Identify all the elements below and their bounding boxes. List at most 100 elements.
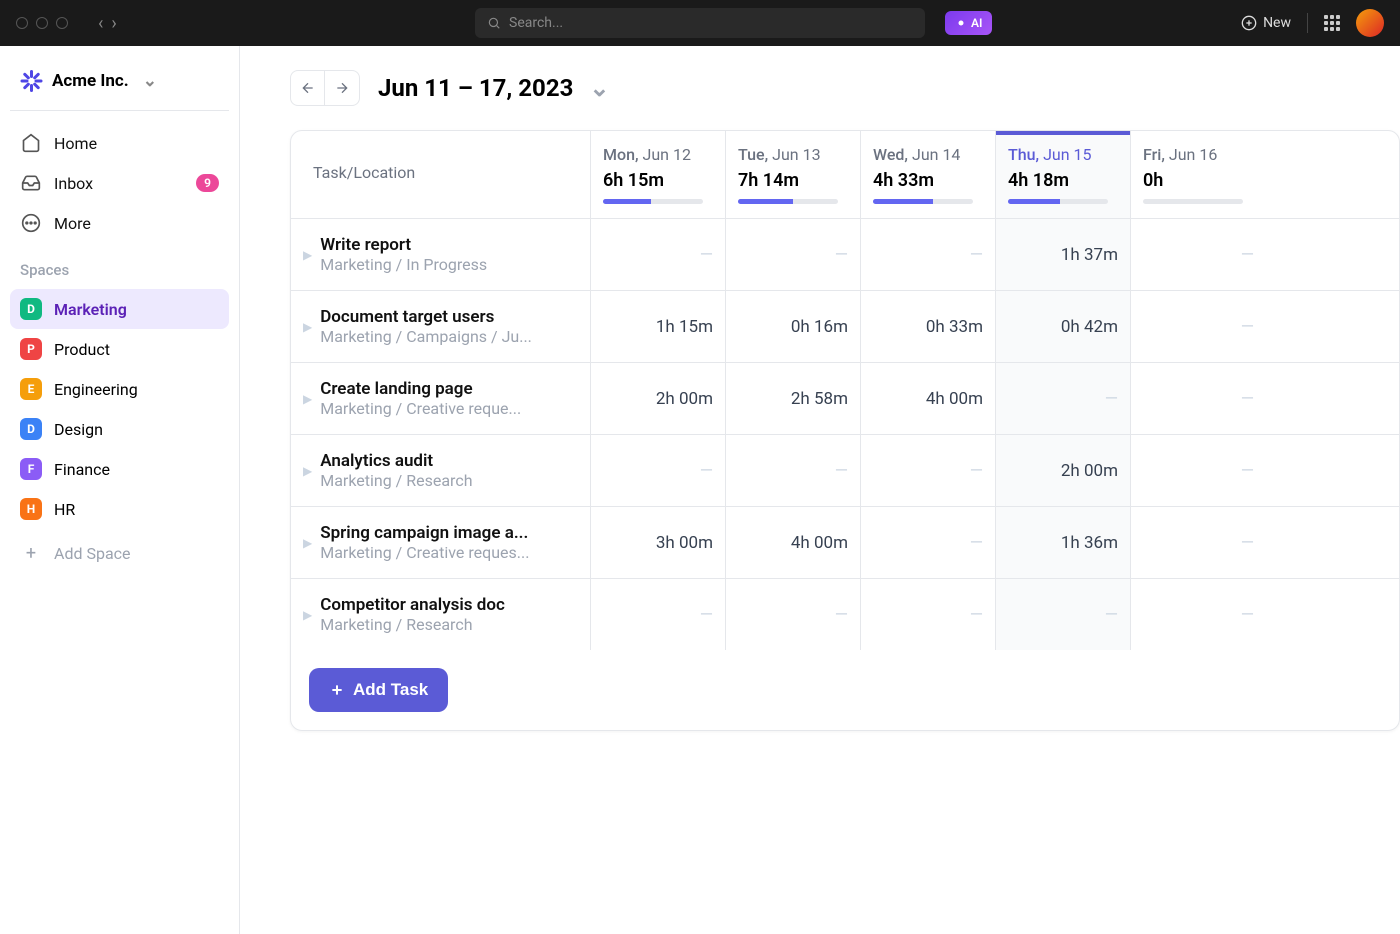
space-label: HR	[54, 500, 75, 519]
date-range-picker[interactable]: Jun 11 – 17, 2023 ⌄	[378, 74, 609, 102]
time-cell[interactable]: 1h 36m	[996, 507, 1131, 578]
caret-right-icon[interactable]: ▶	[303, 248, 312, 262]
forward-button[interactable]: ›	[111, 13, 116, 34]
time-cell[interactable]: 2h 00m	[591, 363, 726, 434]
day-column-header[interactable]: Thu, Jun 154h 18m	[996, 131, 1131, 218]
task-path: Marketing / Research	[320, 615, 568, 634]
sidebar-space-design[interactable]: DDesign	[10, 409, 229, 449]
time-cell[interactable]: —	[861, 435, 996, 506]
task-cell[interactable]: ▶Spring campaign image a...Marketing / C…	[291, 507, 591, 578]
space-label: Engineering	[54, 380, 138, 399]
task-path: Marketing / Creative reques...	[320, 543, 568, 562]
time-cell[interactable]: —	[1131, 579, 1266, 650]
add-task-button[interactable]: Add Task	[309, 668, 448, 712]
minimize-window-icon[interactable]	[36, 17, 48, 29]
home-icon	[20, 132, 42, 154]
time-cell[interactable]: —	[591, 435, 726, 506]
caret-right-icon[interactable]: ▶	[303, 536, 312, 550]
time-cell[interactable]: 0h 33m	[861, 291, 996, 362]
space-label: Marketing	[54, 300, 127, 319]
time-cell[interactable]: —	[591, 219, 726, 290]
time-cell[interactable]: —	[726, 219, 861, 290]
nav-label: Home	[54, 134, 97, 153]
day-column-header[interactable]: Mon, Jun 126h 15m	[591, 131, 726, 218]
task-cell[interactable]: ▶Write reportMarketing / In Progress	[291, 219, 591, 290]
apps-icon[interactable]	[1324, 15, 1340, 31]
avatar[interactable]	[1356, 9, 1384, 37]
time-cell[interactable]: —	[1131, 291, 1266, 362]
day-column-header[interactable]: Wed, Jun 144h 33m	[861, 131, 996, 218]
time-cell[interactable]: 0h 42m	[996, 291, 1131, 362]
task-cell[interactable]: ▶Competitor analysis docMarketing / Rese…	[291, 579, 591, 650]
task-cell[interactable]: ▶Create landing pageMarketing / Creative…	[291, 363, 591, 434]
close-window-icon[interactable]	[16, 17, 28, 29]
time-cell[interactable]: —	[726, 579, 861, 650]
time-cell[interactable]: 1h 15m	[591, 291, 726, 362]
sidebar-space-marketing[interactable]: DMarketing	[10, 289, 229, 329]
ai-button[interactable]: AI	[945, 11, 992, 35]
time-cell[interactable]: —	[996, 363, 1131, 434]
table-row: ▶Create landing pageMarketing / Creative…	[291, 363, 1399, 435]
time-cell[interactable]: —	[591, 579, 726, 650]
sidebar-space-finance[interactable]: FFinance	[10, 449, 229, 489]
sidebar-nav-inbox[interactable]: Inbox9	[10, 163, 229, 203]
space-icon: E	[20, 378, 42, 400]
time-cell[interactable]: —	[1131, 219, 1266, 290]
sidebar: Acme Inc. ⌄ HomeInbox9More Spaces DMarke…	[0, 46, 240, 934]
time-cell[interactable]: 4h 00m	[726, 507, 861, 578]
day-column-header[interactable]: Fri, Jun 160h	[1131, 131, 1266, 218]
time-cell[interactable]: —	[726, 435, 861, 506]
caret-right-icon[interactable]: ▶	[303, 320, 312, 334]
task-cell[interactable]: ▶Analytics auditMarketing / Research	[291, 435, 591, 506]
add-space-button[interactable]: + Add Space	[10, 529, 229, 578]
task-cell[interactable]: ▶Document target usersMarketing / Campai…	[291, 291, 591, 362]
space-icon: F	[20, 458, 42, 480]
progress-bar	[1143, 199, 1243, 204]
task-name: Document target users	[320, 307, 568, 327]
back-button[interactable]: ‹	[98, 13, 103, 34]
caret-right-icon[interactable]: ▶	[303, 392, 312, 406]
time-cell[interactable]: 4h 00m	[861, 363, 996, 434]
inbox-icon	[20, 172, 42, 194]
space-icon: H	[20, 498, 42, 520]
task-name: Write report	[320, 235, 568, 255]
time-cell[interactable]: 0h 16m	[726, 291, 861, 362]
workspace-switcher[interactable]: Acme Inc. ⌄	[10, 58, 229, 111]
new-button[interactable]: New	[1241, 15, 1291, 31]
time-cell[interactable]: 2h 00m	[996, 435, 1131, 506]
history-nav: ‹ ›	[98, 13, 117, 34]
nav-label: Inbox	[54, 174, 93, 193]
caret-right-icon[interactable]: ▶	[303, 608, 312, 622]
time-cell[interactable]: 2h 58m	[726, 363, 861, 434]
time-cell[interactable]: 1h 37m	[996, 219, 1131, 290]
prev-week-button[interactable]	[291, 71, 325, 105]
day-column-header[interactable]: Tue, Jun 137h 14m	[726, 131, 861, 218]
next-week-button[interactable]	[325, 71, 359, 105]
space-icon: P	[20, 338, 42, 360]
time-cell[interactable]: 3h 00m	[591, 507, 726, 578]
timesheet-header: Task/Location Mon, Jun 126h 15mTue, Jun …	[291, 131, 1399, 219]
sidebar-nav-home[interactable]: Home	[10, 123, 229, 163]
sidebar-space-hr[interactable]: H HR	[10, 489, 229, 529]
chevron-down-icon: ⌄	[143, 71, 157, 91]
caret-right-icon[interactable]: ▶	[303, 464, 312, 478]
time-cell[interactable]: —	[996, 579, 1131, 650]
time-cell[interactable]: —	[861, 219, 996, 290]
time-cell[interactable]: —	[861, 579, 996, 650]
time-cell[interactable]: —	[861, 507, 996, 578]
arrow-left-icon	[300, 80, 316, 96]
table-row: ▶Document target usersMarketing / Campai…	[291, 291, 1399, 363]
time-cell[interactable]: —	[1131, 435, 1266, 506]
day-total-hours: 4h 33m	[873, 170, 983, 191]
maximize-window-icon[interactable]	[56, 17, 68, 29]
time-cell[interactable]: —	[1131, 363, 1266, 434]
spaces-section-label: Spaces	[10, 243, 229, 289]
sidebar-space-engineering[interactable]: E Engineering	[10, 369, 229, 409]
search-input[interactable]: Search...	[475, 8, 925, 38]
space-icon: D	[20, 418, 42, 440]
timesheet-table: Task/Location Mon, Jun 126h 15mTue, Jun …	[290, 130, 1400, 731]
workspace-logo-icon	[20, 70, 42, 92]
time-cell[interactable]: —	[1131, 507, 1266, 578]
sidebar-nav-more[interactable]: More	[10, 203, 229, 243]
sidebar-space-product[interactable]: PProduct	[10, 329, 229, 369]
